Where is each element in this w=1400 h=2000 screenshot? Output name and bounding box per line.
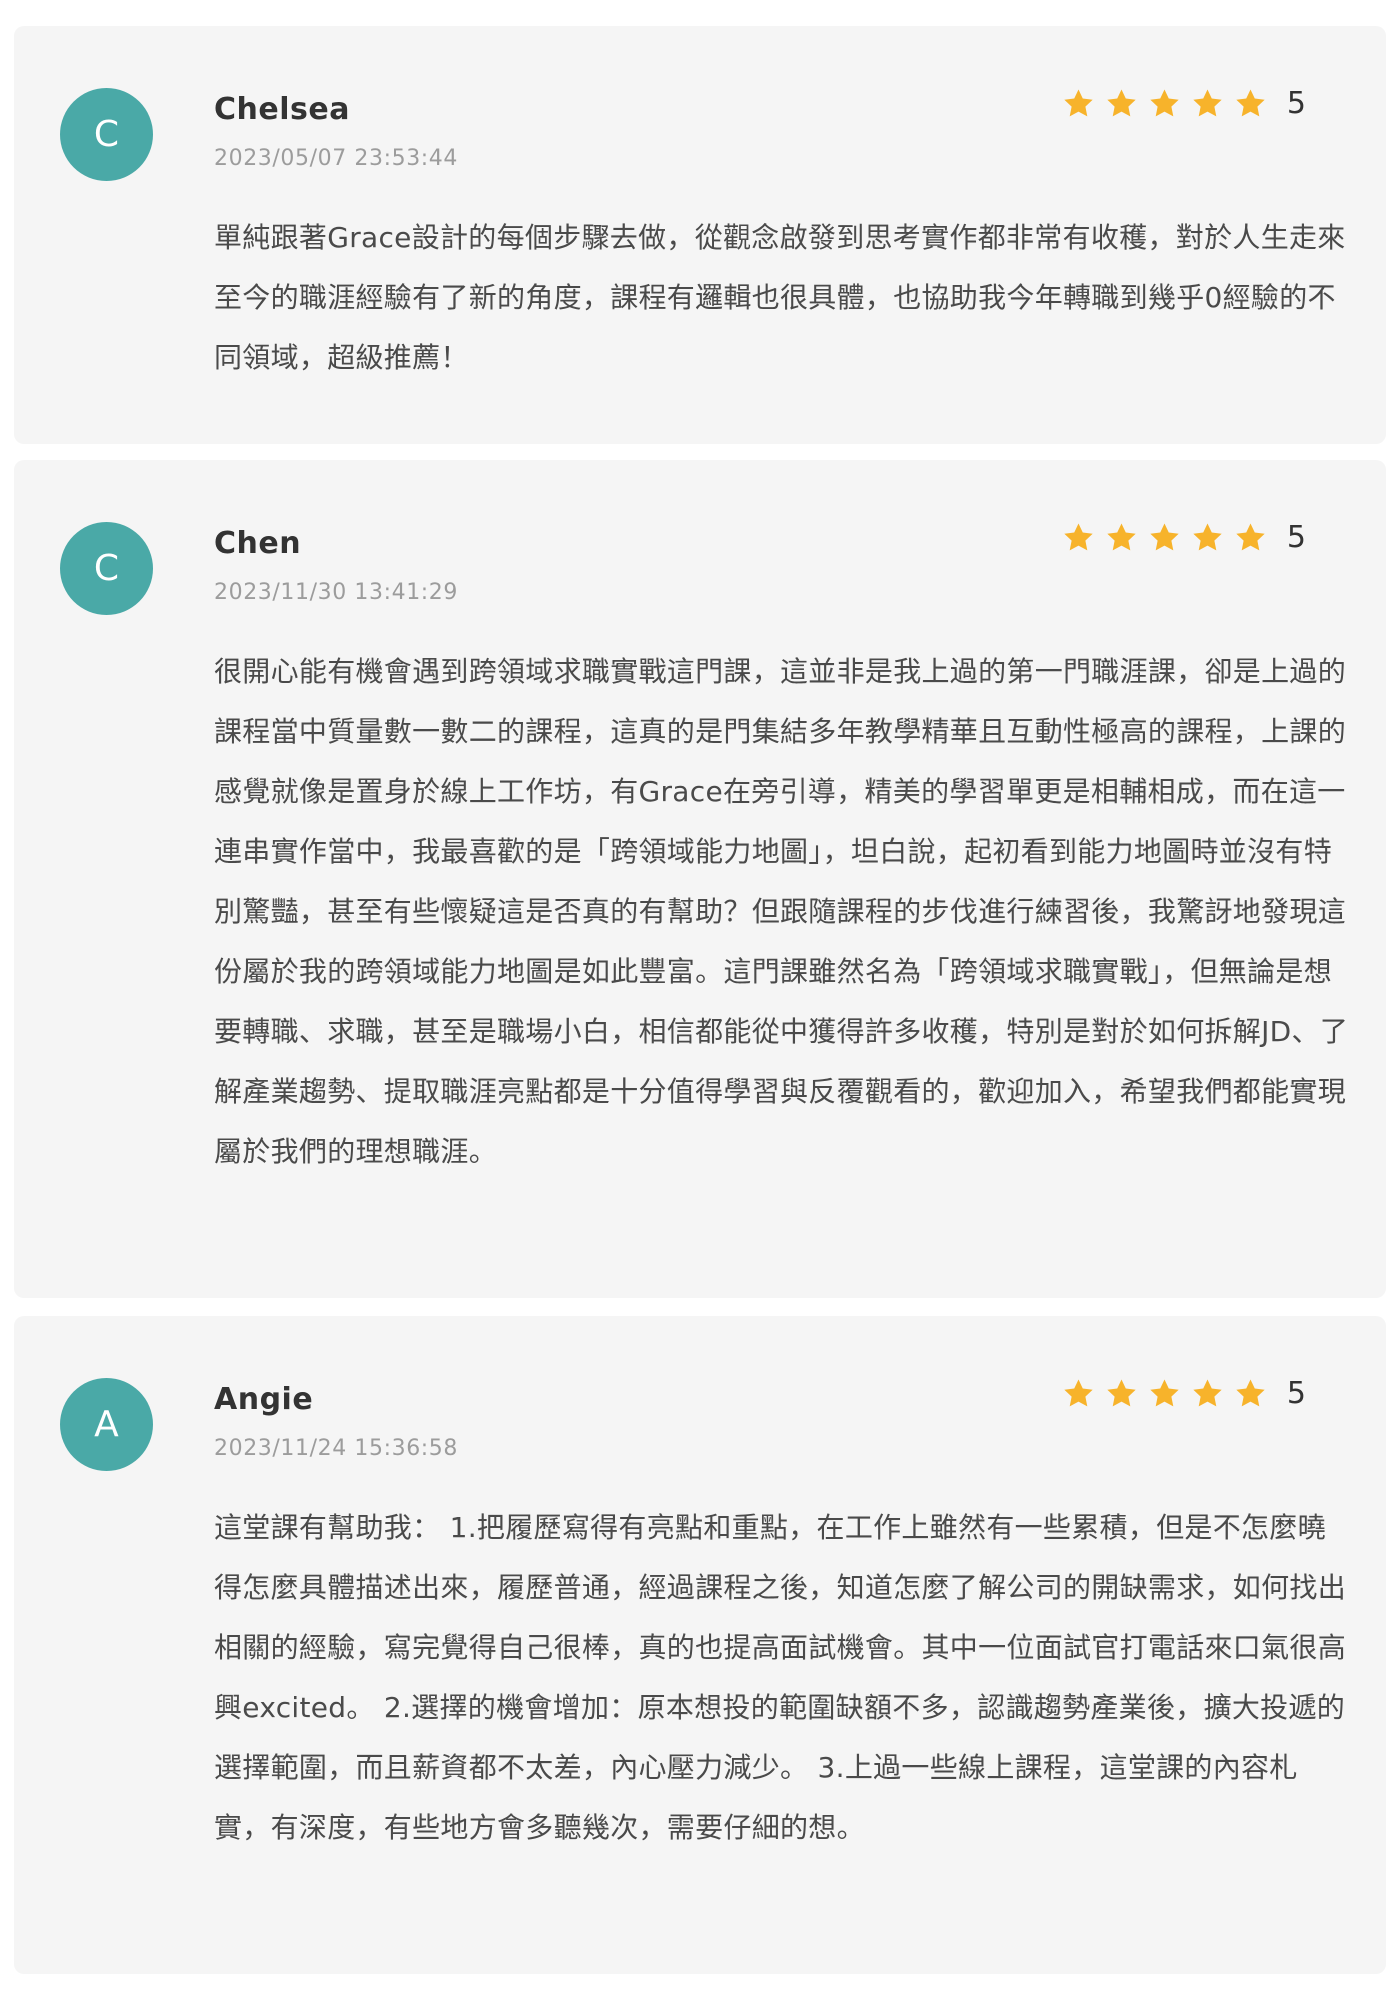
avatar: A	[60, 1378, 153, 1471]
review-date: 2023/11/30 13:41:29	[214, 580, 459, 605]
star-icon	[1193, 523, 1222, 551]
star-icon	[1150, 1379, 1179, 1407]
star-rating: 5	[1062, 1376, 1306, 1411]
review-text: 很開心能有機會遇到跨領域求職實戰這門課，這並非是我上過的第一門職涯課，卻是上過的…	[214, 655, 1349, 1168]
reviewer-name: Chelsea	[214, 92, 350, 127]
star-icon	[1193, 1379, 1222, 1407]
stars	[1062, 87, 1277, 120]
star-icon	[1064, 89, 1093, 117]
review-card: C Chelsea 2023/05/07 23:53:44 5 單純跟著Grac…	[14, 26, 1386, 444]
review-date: 2023/05/07 23:53:44	[214, 146, 459, 171]
star-icon	[1107, 523, 1136, 551]
star-icon	[1064, 1379, 1093, 1407]
rating-value: 5	[1286, 520, 1306, 555]
reviews-list: C Chelsea 2023/05/07 23:53:44 5 單純跟著Grac…	[0, 0, 1400, 2000]
star-icon	[1193, 89, 1222, 117]
stars	[1062, 1377, 1277, 1410]
review-card: A Angie 2023/11/24 15:36:58 5 這堂課有幫助我： 1…	[14, 1316, 1386, 1974]
star-icon	[1236, 523, 1265, 551]
star-icon	[1064, 523, 1093, 551]
review-card: C Chen 2023/11/30 13:41:29 5 很開心能有機會遇到跨領…	[14, 460, 1386, 1298]
star-icon	[1150, 89, 1179, 117]
star-icon	[1150, 523, 1179, 551]
review-date: 2023/11/24 15:36:58	[214, 1436, 459, 1461]
reviewer-name: Angie	[214, 1382, 314, 1417]
rating-value: 5	[1286, 86, 1306, 121]
star-rating: 5	[1062, 86, 1306, 121]
star-icon	[1236, 1379, 1265, 1407]
star-icon	[1107, 1379, 1136, 1407]
stars	[1062, 521, 1277, 554]
avatar: C	[60, 88, 153, 181]
review-text: 這堂課有幫助我： 1.把履歷寫得有亮點和重點，在工作上雖然有一些累積，但是不怎麼…	[214, 1511, 1347, 1844]
reviewer-name: Chen	[214, 526, 302, 561]
star-icon	[1107, 89, 1136, 117]
review-text: 單純跟著Grace設計的每個步驟去做，從觀念啟發到思考實作都非常有收穫，對於人生…	[214, 221, 1346, 374]
star-rating: 5	[1062, 520, 1306, 555]
rating-value: 5	[1286, 1376, 1306, 1411]
star-icon	[1236, 89, 1265, 117]
avatar: C	[60, 522, 153, 615]
